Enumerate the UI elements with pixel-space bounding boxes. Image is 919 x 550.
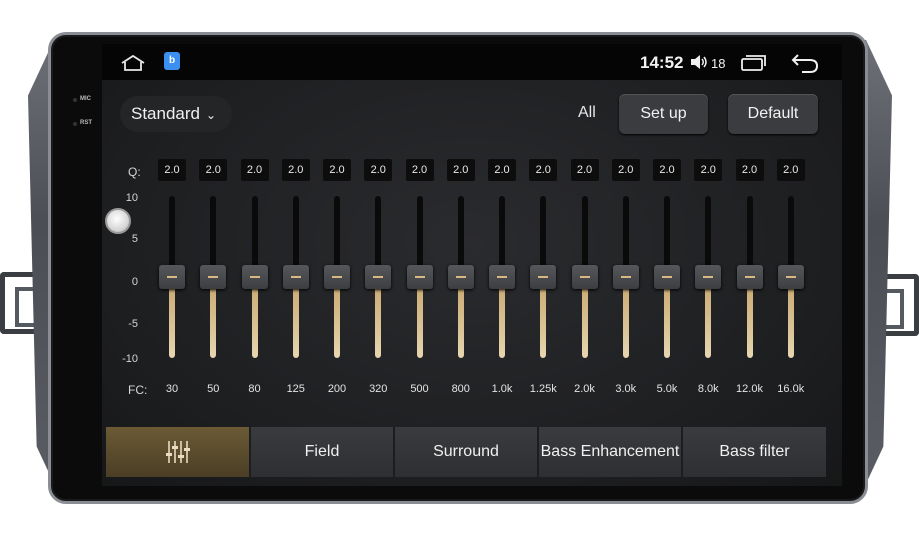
eq-slider-knob[interactable] [489,265,515,289]
tab-equalizer[interactable] [106,427,251,477]
eq-slider-knob[interactable] [200,265,227,289]
eq-slider-knob[interactable] [282,265,309,289]
preset-dropdown[interactable]: Standard ⌄ [120,96,232,132]
eq-slider-fill [251,277,258,358]
tab-field[interactable]: Field [251,427,395,477]
q-value-box[interactable]: 2.0 [240,159,269,181]
q-value-box[interactable]: 2.0 [446,159,475,181]
eq-slider-knob[interactable] [159,265,185,289]
fc-label-value: 125 [286,383,305,395]
eq-slider-knob[interactable] [612,265,639,289]
eq-slider-knob[interactable] [736,265,763,289]
q-value-box[interactable]: 2.0 [488,159,516,181]
q-value-box[interactable]: 2.0 [323,159,351,181]
volume-icon[interactable] [689,53,709,71]
eq-slider-fill [499,277,505,358]
db-label: -5 [128,318,138,330]
mic-label: MIC [80,96,91,102]
tab-surround[interactable]: Surround [395,427,539,477]
eq-slider-knob[interactable] [406,265,433,289]
eq-slider-knob[interactable] [324,265,350,289]
db-label: -10 [122,353,138,365]
eq-slider-fill [334,277,340,358]
fc-label-value: 50 [207,383,220,395]
fc-label-value: 1.0k [491,383,513,395]
eq-slider-knob[interactable] [777,265,804,289]
fc-label: FC: [128,383,148,397]
fc-label-value: 30 [165,383,179,395]
q-value-box[interactable]: 2.0 [529,159,558,181]
eq-slider-fill [292,277,299,358]
reset-label: RST [80,120,92,126]
eq-slider-fill [457,277,464,358]
fc-label-value: 2.0k [574,383,595,395]
mic-hole [73,98,77,102]
equalizer-icon [166,441,190,463]
eq-slider-fill [375,277,382,358]
eq-slider-knob[interactable] [654,265,680,289]
fc-label-value: 200 [327,383,347,395]
tab-bass-filter[interactable]: Bass filter [683,427,826,477]
q-value-box[interactable]: 2.0 [199,159,228,181]
fc-label-value: 80 [248,383,261,395]
db-label: 0 [131,276,138,288]
db-label: 5 [131,233,138,245]
q-value-box[interactable]: 2.0 [653,159,681,181]
default-button[interactable]: Default [728,94,818,134]
recent-apps-icon[interactable] [739,54,767,72]
fc-label-value: 320 [369,383,388,395]
fc-label-value: 500 [410,383,429,395]
fc-label-value: 5.0k [656,383,678,395]
floating-assist-button[interactable] [105,208,131,234]
eq-slider-fill [169,277,175,358]
home-icon[interactable] [120,54,146,72]
fc-label-value: 16.0k [777,383,805,395]
status-bar: b 14:52 18 [102,44,842,80]
eq-slider-fill [416,277,423,358]
eq-slider-fill [622,277,629,358]
q-value-box[interactable]: 2.0 [281,159,310,181]
eq-slider-fill [705,277,712,358]
clock: 14:52 [640,53,684,72]
eq-slider-fill [664,277,670,358]
eq-slider-knob[interactable] [447,265,474,289]
fc-label-value: 3.0k [615,383,637,395]
tab-bass-enhancement[interactable]: Bass Enhancement [539,427,683,477]
volume-level: 18 [711,56,726,71]
fc-label-value: 1.25k [529,383,557,395]
q-value-box[interactable]: 2.0 [570,159,599,181]
eq-slider-knob[interactable] [241,265,268,289]
fc-label-value: 800 [451,383,470,395]
eq-slider-fill [787,277,794,358]
q-value-box[interactable]: 2.0 [405,159,434,181]
fc-label-value: 12.0k [736,383,763,395]
q-value-box[interactable]: 2.0 [694,159,723,181]
eq-slider-knob[interactable] [695,265,722,289]
eq-slider-fill [210,277,217,358]
all-toggle[interactable]: All [578,104,596,122]
db-label: 10 [125,192,138,204]
eq-slider-fill [540,277,547,358]
chevron-down-icon: ⌄ [206,108,217,122]
app-icon[interactable]: b [164,52,180,70]
eq-slider-knob[interactable] [530,265,557,289]
preset-label: Standard [131,104,200,123]
q-value-box[interactable]: 2.0 [611,159,640,181]
q-value-box[interactable]: 2.0 [158,159,186,181]
back-icon[interactable] [790,52,820,74]
reset-hole[interactable] [73,122,77,126]
fc-label-value: 8.0k [697,383,719,395]
q-value-box[interactable]: 2.0 [776,159,805,181]
screen: b 14:52 18 Standard ⌄ All Set up Default … [102,44,842,486]
eq-slider-fill [581,277,588,358]
eq-slider-knob[interactable] [365,265,392,289]
q-value-box[interactable]: 2.0 [735,159,764,181]
q-label: Q: [128,165,141,179]
q-value-box[interactable]: 2.0 [364,159,393,181]
eq-slider-knob[interactable] [571,265,598,289]
tab-bar: Field Surround Bass Enhancement Bass fil… [106,427,826,477]
setup-button[interactable]: Set up [619,94,708,134]
eq-slider-fill [746,277,753,358]
